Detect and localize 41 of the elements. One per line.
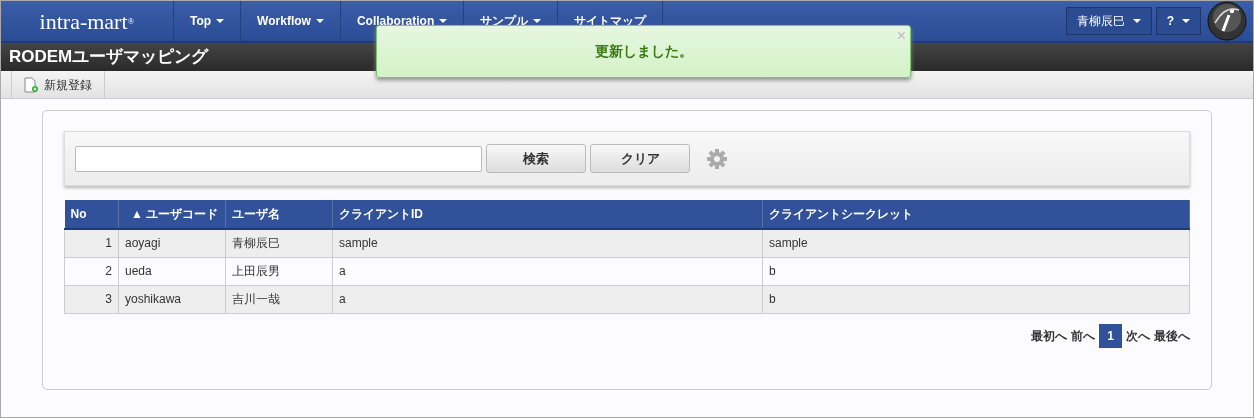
pager-link[interactable]: 最後へ <box>1154 326 1190 345</box>
search-field[interactable] <box>75 145 482 172</box>
table-cell: 2 <box>64 257 119 285</box>
column-header[interactable]: ▲ ユーザコード <box>118 200 226 229</box>
table-cell: b <box>762 285 1190 313</box>
table-cell: 上田辰男 <box>225 257 333 285</box>
user-menu[interactable]: 青柳辰巳 <box>1065 7 1152 35</box>
pager-link[interactable]: 最初へ <box>1031 326 1068 345</box>
column-header[interactable]: No <box>64 200 119 229</box>
column-header[interactable]: ユーザ名 <box>225 200 333 229</box>
logo[interactable]: intra-mart$^{®}$ <box>39 4 135 38</box>
table-cell: 吉川一哉 <box>225 285 333 313</box>
current-page: 1 <box>1099 323 1122 348</box>
column-header[interactable]: クライアントID <box>332 200 763 229</box>
pager-link[interactable]: 前へ <box>1071 326 1096 345</box>
nav-menu-item[interactable]: Workflow <box>241 1 341 41</box>
table-cell: 青柳辰巳 <box>225 229 333 257</box>
table-cell: sample <box>332 229 763 257</box>
nav-menu-item[interactable]: Top <box>174 1 242 41</box>
table-cell: sample <box>762 229 1190 257</box>
table-cell: 1 <box>64 229 119 257</box>
table-cell: yoshikawa <box>118 285 226 313</box>
caret-icon <box>1182 19 1190 23</box>
table-cell: b <box>762 257 1190 285</box>
column-header[interactable]: クライアントシークレット <box>762 200 1190 229</box>
table-cell: a <box>332 285 763 313</box>
caret-icon <box>1132 19 1141 23</box>
toast-message: 更新しました。 <box>594 42 693 61</box>
table-cell: 3 <box>64 285 119 313</box>
search-button[interactable]: 検索 <box>486 144 586 173</box>
page-title: RODEMユーザマッピング <box>9 46 209 69</box>
pager-link[interactable]: 次へ <box>1126 326 1150 345</box>
logo-icon[interactable] <box>1205 1 1249 41</box>
settings-icon[interactable] <box>706 147 728 170</box>
table-cell: aoyagi <box>118 229 226 257</box>
table-cell: ueda <box>118 257 226 285</box>
new-document-icon <box>24 76 38 93</box>
help-menu[interactable]: ? <box>1155 7 1201 35</box>
clear-button[interactable]: クリア <box>590 144 690 173</box>
table-cell: a <box>332 257 763 285</box>
new-button[interactable]: 新規登録 <box>11 71 105 98</box>
